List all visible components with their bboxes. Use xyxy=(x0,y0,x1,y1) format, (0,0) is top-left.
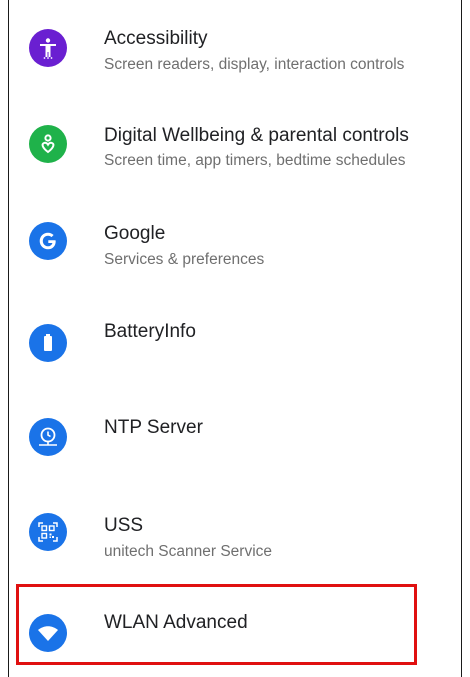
battery-icon xyxy=(29,324,67,362)
wellbeing-subtitle: Screen time, app timers, bedtime schedul… xyxy=(104,152,406,169)
settings-item-digital-wellbeing[interactable]: Digital Wellbeing & parental controls Sc… xyxy=(8,96,462,192)
uss-subtitle: unitech Scanner Service xyxy=(104,543,273,560)
google-icon xyxy=(29,222,67,260)
settings-item-ntp-server[interactable]: NTP Server xyxy=(8,384,462,480)
wellbeing-title: Digital Wellbeing & parental controls xyxy=(104,125,409,146)
wellbeing-icon xyxy=(29,125,67,163)
accessibility-icon xyxy=(29,29,67,67)
qr-scanner-icon xyxy=(29,513,67,551)
batteryinfo-title: BatteryInfo xyxy=(104,321,196,342)
settings-item-batteryinfo[interactable]: BatteryInfo xyxy=(8,288,462,384)
settings-item-accessibility[interactable]: Accessibility Screen readers, display, i… xyxy=(8,0,462,96)
ntp-server-title: NTP Server xyxy=(104,417,203,438)
accessibility-title: Accessibility xyxy=(104,28,208,49)
uss-title: USS xyxy=(104,515,144,536)
accessibility-subtitle: Screen readers, display, interaction con… xyxy=(104,56,405,73)
wifi-icon xyxy=(29,614,67,652)
settings-item-wlan-advanced[interactable]: WLAN Advanced xyxy=(8,576,462,672)
settings-item-google[interactable]: Google Services & preferences xyxy=(8,192,462,288)
wlan-advanced-title: WLAN Advanced xyxy=(104,612,248,633)
google-subtitle: Services & preferences xyxy=(104,251,265,268)
google-title: Google xyxy=(104,223,166,244)
settings-item-uss[interactable]: USS unitech Scanner Service xyxy=(8,480,462,576)
ntp-clock-icon xyxy=(29,418,67,456)
